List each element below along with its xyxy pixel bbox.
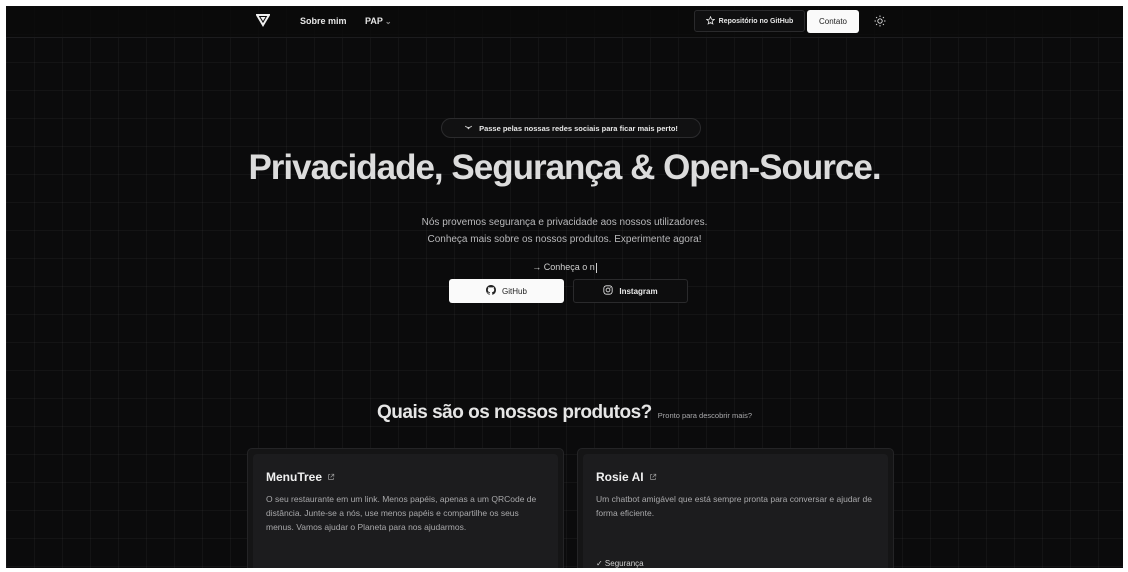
card-body: MenuTree O seu restaurante em um link. M…	[253, 454, 558, 568]
card-description: Um chatbot amigável que está sempre pron…	[596, 494, 872, 518]
card-body: Rosie AI Um chatbot amigável que está se…	[583, 454, 888, 568]
typing-text-value: → Conheça o n	[532, 262, 595, 272]
pill-text: Passe pelas nossas redes sociais para fi…	[479, 123, 678, 133]
nav-sobre-mim[interactable]: Sobre mim	[300, 16, 347, 26]
external-link-icon	[649, 470, 657, 484]
card-title-link[interactable]: Rosie AI	[596, 470, 875, 484]
broadcast-icon	[464, 123, 473, 134]
social-announcement-pill[interactable]: Passe pelas nossas redes sociais para fi…	[441, 118, 701, 138]
github-icon	[486, 285, 497, 297]
hero-subtitle-line-1: Nós provemos segurança e privacidade aos…	[421, 217, 708, 228]
nav-pap-label: PAP	[365, 16, 383, 26]
instagram-button[interactable]: Instagram	[573, 279, 688, 303]
products-subtitle: Pronto para descobrir mais?	[657, 411, 752, 420]
hero-title: Privacidade, Segurança & Open-Source.	[248, 148, 881, 187]
star-icon	[705, 15, 715, 27]
typing-text: → Conheça o n	[6, 262, 1123, 273]
logo-icon[interactable]	[255, 13, 271, 27]
chevron-down-icon: ⌄	[384, 17, 392, 26]
instagram-button-label: Instagram	[619, 286, 658, 296]
github-button[interactable]: GitHub	[449, 279, 564, 303]
card-feature-item: ✓ Segurança	[596, 559, 644, 568]
page: Sobre mim PAP ⌄ Repositório no GitHub Con…	[6, 6, 1123, 568]
contato-button[interactable]: Contato	[807, 10, 859, 33]
top-navbar: Sobre mim PAP ⌄ Repositório no GitHub Con…	[6, 6, 1123, 38]
card-title-text: Rosie AI	[596, 470, 644, 484]
external-link-icon	[327, 470, 335, 484]
products-heading: Quais são os nossos produtos? Pronto para…	[6, 402, 1123, 424]
card-description: O seu restaurante em um link. Menos papé…	[266, 494, 537, 532]
hero-subtitle: Nós provemos segurança e privacidade aos…	[6, 214, 1123, 248]
github-repo-button[interactable]: Repositório no GitHub	[694, 10, 805, 32]
github-repo-label: Repositório no GitHub	[718, 17, 794, 25]
products-title: Quais são os nossos produtos?	[377, 402, 652, 423]
hero-subtitle-line-2: Conheça mais sobre os nossos produtos. E…	[427, 234, 702, 245]
product-card-menutree[interactable]: MenuTree O seu restaurante em um link. M…	[247, 448, 564, 568]
product-card-rosie-ai[interactable]: Rosie AI Um chatbot amigável que está se…	[577, 448, 894, 568]
typing-cursor	[595, 262, 597, 273]
card-title-text: MenuTree	[266, 470, 323, 484]
card-title-link[interactable]: MenuTree	[266, 470, 545, 484]
nav-pap-menu[interactable]: PAP ⌄	[365, 16, 392, 26]
instagram-icon	[603, 285, 613, 297]
theme-toggle-sun-icon[interactable]	[871, 12, 889, 30]
github-button-label: GitHub	[502, 286, 527, 296]
